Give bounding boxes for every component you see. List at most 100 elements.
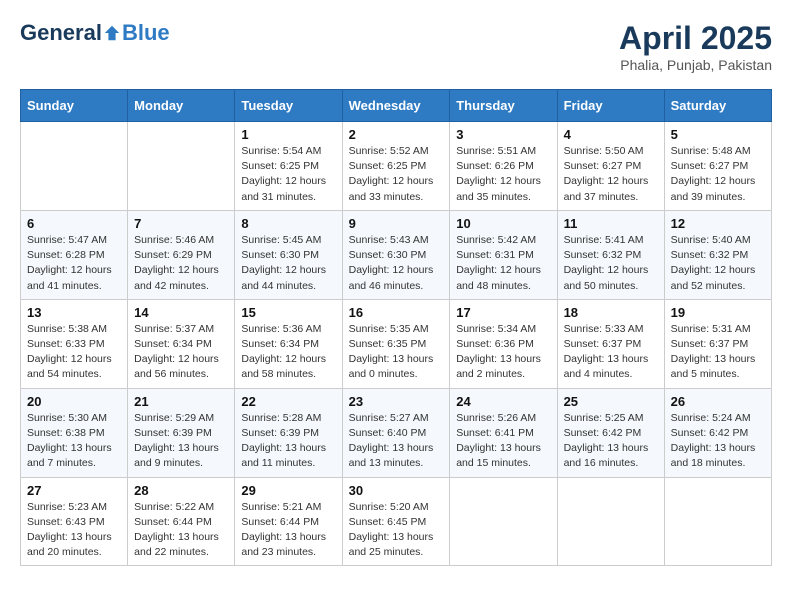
calendar-cell: 17Sunrise: 5:34 AM Sunset: 6:36 PM Dayli… <box>450 299 557 388</box>
calendar-cell: 26Sunrise: 5:24 AM Sunset: 6:42 PM Dayli… <box>664 388 771 477</box>
calendar-body: 1 Sunrise: 5:54 AM Sunset: 6:25 PM Daylig… <box>21 122 772 566</box>
calendar-cell: 12Sunrise: 5:40 AM Sunset: 6:32 PM Dayli… <box>664 210 771 299</box>
calendar-cell: 6Sunrise: 5:47 AM Sunset: 6:28 PM Daylig… <box>21 210 128 299</box>
day-number: 11 <box>564 216 658 231</box>
calendar-cell <box>664 477 771 566</box>
day-number: 14 <box>134 305 228 320</box>
calendar-cell: 28 Sunrise: 5:22 AM Sunset: 6:44 PM Dayli… <box>128 477 235 566</box>
day-info: Sunrise: 5:31 AM Sunset: 6:37 PM Dayligh… <box>671 322 765 383</box>
day-number: 10 <box>456 216 550 231</box>
logo-icon <box>103 24 121 42</box>
weekday-wednesday: Wednesday <box>342 90 450 122</box>
calendar-table: SundayMondayTuesdayWednesdayThursdayFrid… <box>20 89 772 566</box>
calendar-cell: 13 Sunrise: 5:38 AM Sunset: 6:33 PM Dayli… <box>21 299 128 388</box>
calendar-cell <box>128 122 235 211</box>
day-number: 6 <box>27 216 121 231</box>
day-info: Sunrise: 5:23 AM Sunset: 6:43 PM Dayligh… <box>27 500 121 561</box>
calendar-cell: 19 Sunrise: 5:31 AM Sunset: 6:37 PM Dayli… <box>664 299 771 388</box>
calendar-cell: 11 Sunrise: 5:41 AM Sunset: 6:32 PM Dayli… <box>557 210 664 299</box>
day-number: 7 <box>134 216 228 231</box>
day-number: 28 <box>134 483 228 498</box>
weekday-friday: Friday <box>557 90 664 122</box>
day-info: Sunrise: 5:45 AM Sunset: 6:30 PM Dayligh… <box>241 233 335 294</box>
day-info: Sunrise: 5:28 AM Sunset: 6:39 PM Dayligh… <box>241 411 335 472</box>
calendar-cell <box>21 122 128 211</box>
page-header: General Blue April 2025 Phalia, Punjab, … <box>20 20 772 73</box>
day-info: Sunrise: 5:50 AM Sunset: 6:27 PM Dayligh… <box>564 144 658 205</box>
day-number: 22 <box>241 394 335 409</box>
calendar-cell: 9 Sunrise: 5:43 AM Sunset: 6:30 PM Daylig… <box>342 210 450 299</box>
day-info: Sunrise: 5:21 AM Sunset: 6:44 PM Dayligh… <box>241 500 335 561</box>
calendar-cell: 14 Sunrise: 5:37 AM Sunset: 6:34 PM Dayli… <box>128 299 235 388</box>
calendar-cell: 29 Sunrise: 5:21 AM Sunset: 6:44 PM Dayli… <box>235 477 342 566</box>
week-row-3: 13 Sunrise: 5:38 AM Sunset: 6:33 PM Dayli… <box>21 299 772 388</box>
calendar-cell <box>557 477 664 566</box>
calendar-cell: 18 Sunrise: 5:33 AM Sunset: 6:37 PM Dayli… <box>557 299 664 388</box>
calendar-cell: 16 Sunrise: 5:35 AM Sunset: 6:35 PM Dayli… <box>342 299 450 388</box>
calendar-cell: 21 Sunrise: 5:29 AM Sunset: 6:39 PM Dayli… <box>128 388 235 477</box>
day-number: 21 <box>134 394 228 409</box>
day-number: 16 <box>349 305 444 320</box>
day-info: Sunrise: 5:36 AM Sunset: 6:34 PM Dayligh… <box>241 322 335 383</box>
day-info: Sunrise: 5:40 AM Sunset: 6:32 PM Dayligh… <box>671 233 765 294</box>
day-info: Sunrise: 5:51 AM Sunset: 6:26 PM Dayligh… <box>456 144 550 205</box>
day-number: 3 <box>456 127 550 142</box>
day-number: 30 <box>349 483 444 498</box>
week-row-4: 20Sunrise: 5:30 AM Sunset: 6:38 PM Dayli… <box>21 388 772 477</box>
day-info: Sunrise: 5:42 AM Sunset: 6:31 PM Dayligh… <box>456 233 550 294</box>
logo-blue-text: Blue <box>122 20 170 46</box>
day-info: Sunrise: 5:26 AM Sunset: 6:41 PM Dayligh… <box>456 411 550 472</box>
day-number: 18 <box>564 305 658 320</box>
day-number: 9 <box>349 216 444 231</box>
calendar-cell: 7 Sunrise: 5:46 AM Sunset: 6:29 PM Daylig… <box>128 210 235 299</box>
week-row-5: 27Sunrise: 5:23 AM Sunset: 6:43 PM Dayli… <box>21 477 772 566</box>
calendar-cell: 1 Sunrise: 5:54 AM Sunset: 6:25 PM Daylig… <box>235 122 342 211</box>
calendar-cell: 22 Sunrise: 5:28 AM Sunset: 6:39 PM Dayli… <box>235 388 342 477</box>
month-title: April 2025 <box>619 20 772 57</box>
calendar-cell: 4 Sunrise: 5:50 AM Sunset: 6:27 PM Daylig… <box>557 122 664 211</box>
calendar-cell: 2 Sunrise: 5:52 AM Sunset: 6:25 PM Daylig… <box>342 122 450 211</box>
day-info: Sunrise: 5:41 AM Sunset: 6:32 PM Dayligh… <box>564 233 658 294</box>
weekday-saturday: Saturday <box>664 90 771 122</box>
logo: General Blue <box>20 20 170 46</box>
day-number: 13 <box>27 305 121 320</box>
day-info: Sunrise: 5:35 AM Sunset: 6:35 PM Dayligh… <box>349 322 444 383</box>
calendar-cell <box>450 477 557 566</box>
calendar-cell: 30 Sunrise: 5:20 AM Sunset: 6:45 PM Dayli… <box>342 477 450 566</box>
day-number: 29 <box>241 483 335 498</box>
week-row-1: 1 Sunrise: 5:54 AM Sunset: 6:25 PM Daylig… <box>21 122 772 211</box>
calendar-cell: 23 Sunrise: 5:27 AM Sunset: 6:40 PM Dayli… <box>342 388 450 477</box>
weekday-tuesday: Tuesday <box>235 90 342 122</box>
day-info: Sunrise: 5:20 AM Sunset: 6:45 PM Dayligh… <box>349 500 444 561</box>
day-info: Sunrise: 5:43 AM Sunset: 6:30 PM Dayligh… <box>349 233 444 294</box>
day-info: Sunrise: 5:22 AM Sunset: 6:44 PM Dayligh… <box>134 500 228 561</box>
day-info: Sunrise: 5:38 AM Sunset: 6:33 PM Dayligh… <box>27 322 121 383</box>
day-number: 19 <box>671 305 765 320</box>
weekday-sunday: Sunday <box>21 90 128 122</box>
day-info: Sunrise: 5:37 AM Sunset: 6:34 PM Dayligh… <box>134 322 228 383</box>
day-info: Sunrise: 5:24 AM Sunset: 6:42 PM Dayligh… <box>671 411 765 472</box>
day-info: Sunrise: 5:34 AM Sunset: 6:36 PM Dayligh… <box>456 322 550 383</box>
day-info: Sunrise: 5:29 AM Sunset: 6:39 PM Dayligh… <box>134 411 228 472</box>
day-number: 20 <box>27 394 121 409</box>
day-number: 1 <box>241 127 335 142</box>
day-info: Sunrise: 5:33 AM Sunset: 6:37 PM Dayligh… <box>564 322 658 383</box>
day-number: 4 <box>564 127 658 142</box>
week-row-2: 6Sunrise: 5:47 AM Sunset: 6:28 PM Daylig… <box>21 210 772 299</box>
day-info: Sunrise: 5:52 AM Sunset: 6:25 PM Dayligh… <box>349 144 444 205</box>
day-info: Sunrise: 5:46 AM Sunset: 6:29 PM Dayligh… <box>134 233 228 294</box>
calendar-cell: 3 Sunrise: 5:51 AM Sunset: 6:26 PM Daylig… <box>450 122 557 211</box>
title-block: April 2025 Phalia, Punjab, Pakistan <box>619 20 772 73</box>
weekday-thursday: Thursday <box>450 90 557 122</box>
day-number: 24 <box>456 394 550 409</box>
location-subtitle: Phalia, Punjab, Pakistan <box>619 57 772 73</box>
day-number: 23 <box>349 394 444 409</box>
day-info: Sunrise: 5:54 AM Sunset: 6:25 PM Dayligh… <box>241 144 335 205</box>
day-number: 5 <box>671 127 765 142</box>
day-number: 15 <box>241 305 335 320</box>
calendar-cell: 25Sunrise: 5:25 AM Sunset: 6:42 PM Dayli… <box>557 388 664 477</box>
calendar-cell: 20Sunrise: 5:30 AM Sunset: 6:38 PM Dayli… <box>21 388 128 477</box>
day-info: Sunrise: 5:27 AM Sunset: 6:40 PM Dayligh… <box>349 411 444 472</box>
day-number: 2 <box>349 127 444 142</box>
day-info: Sunrise: 5:25 AM Sunset: 6:42 PM Dayligh… <box>564 411 658 472</box>
